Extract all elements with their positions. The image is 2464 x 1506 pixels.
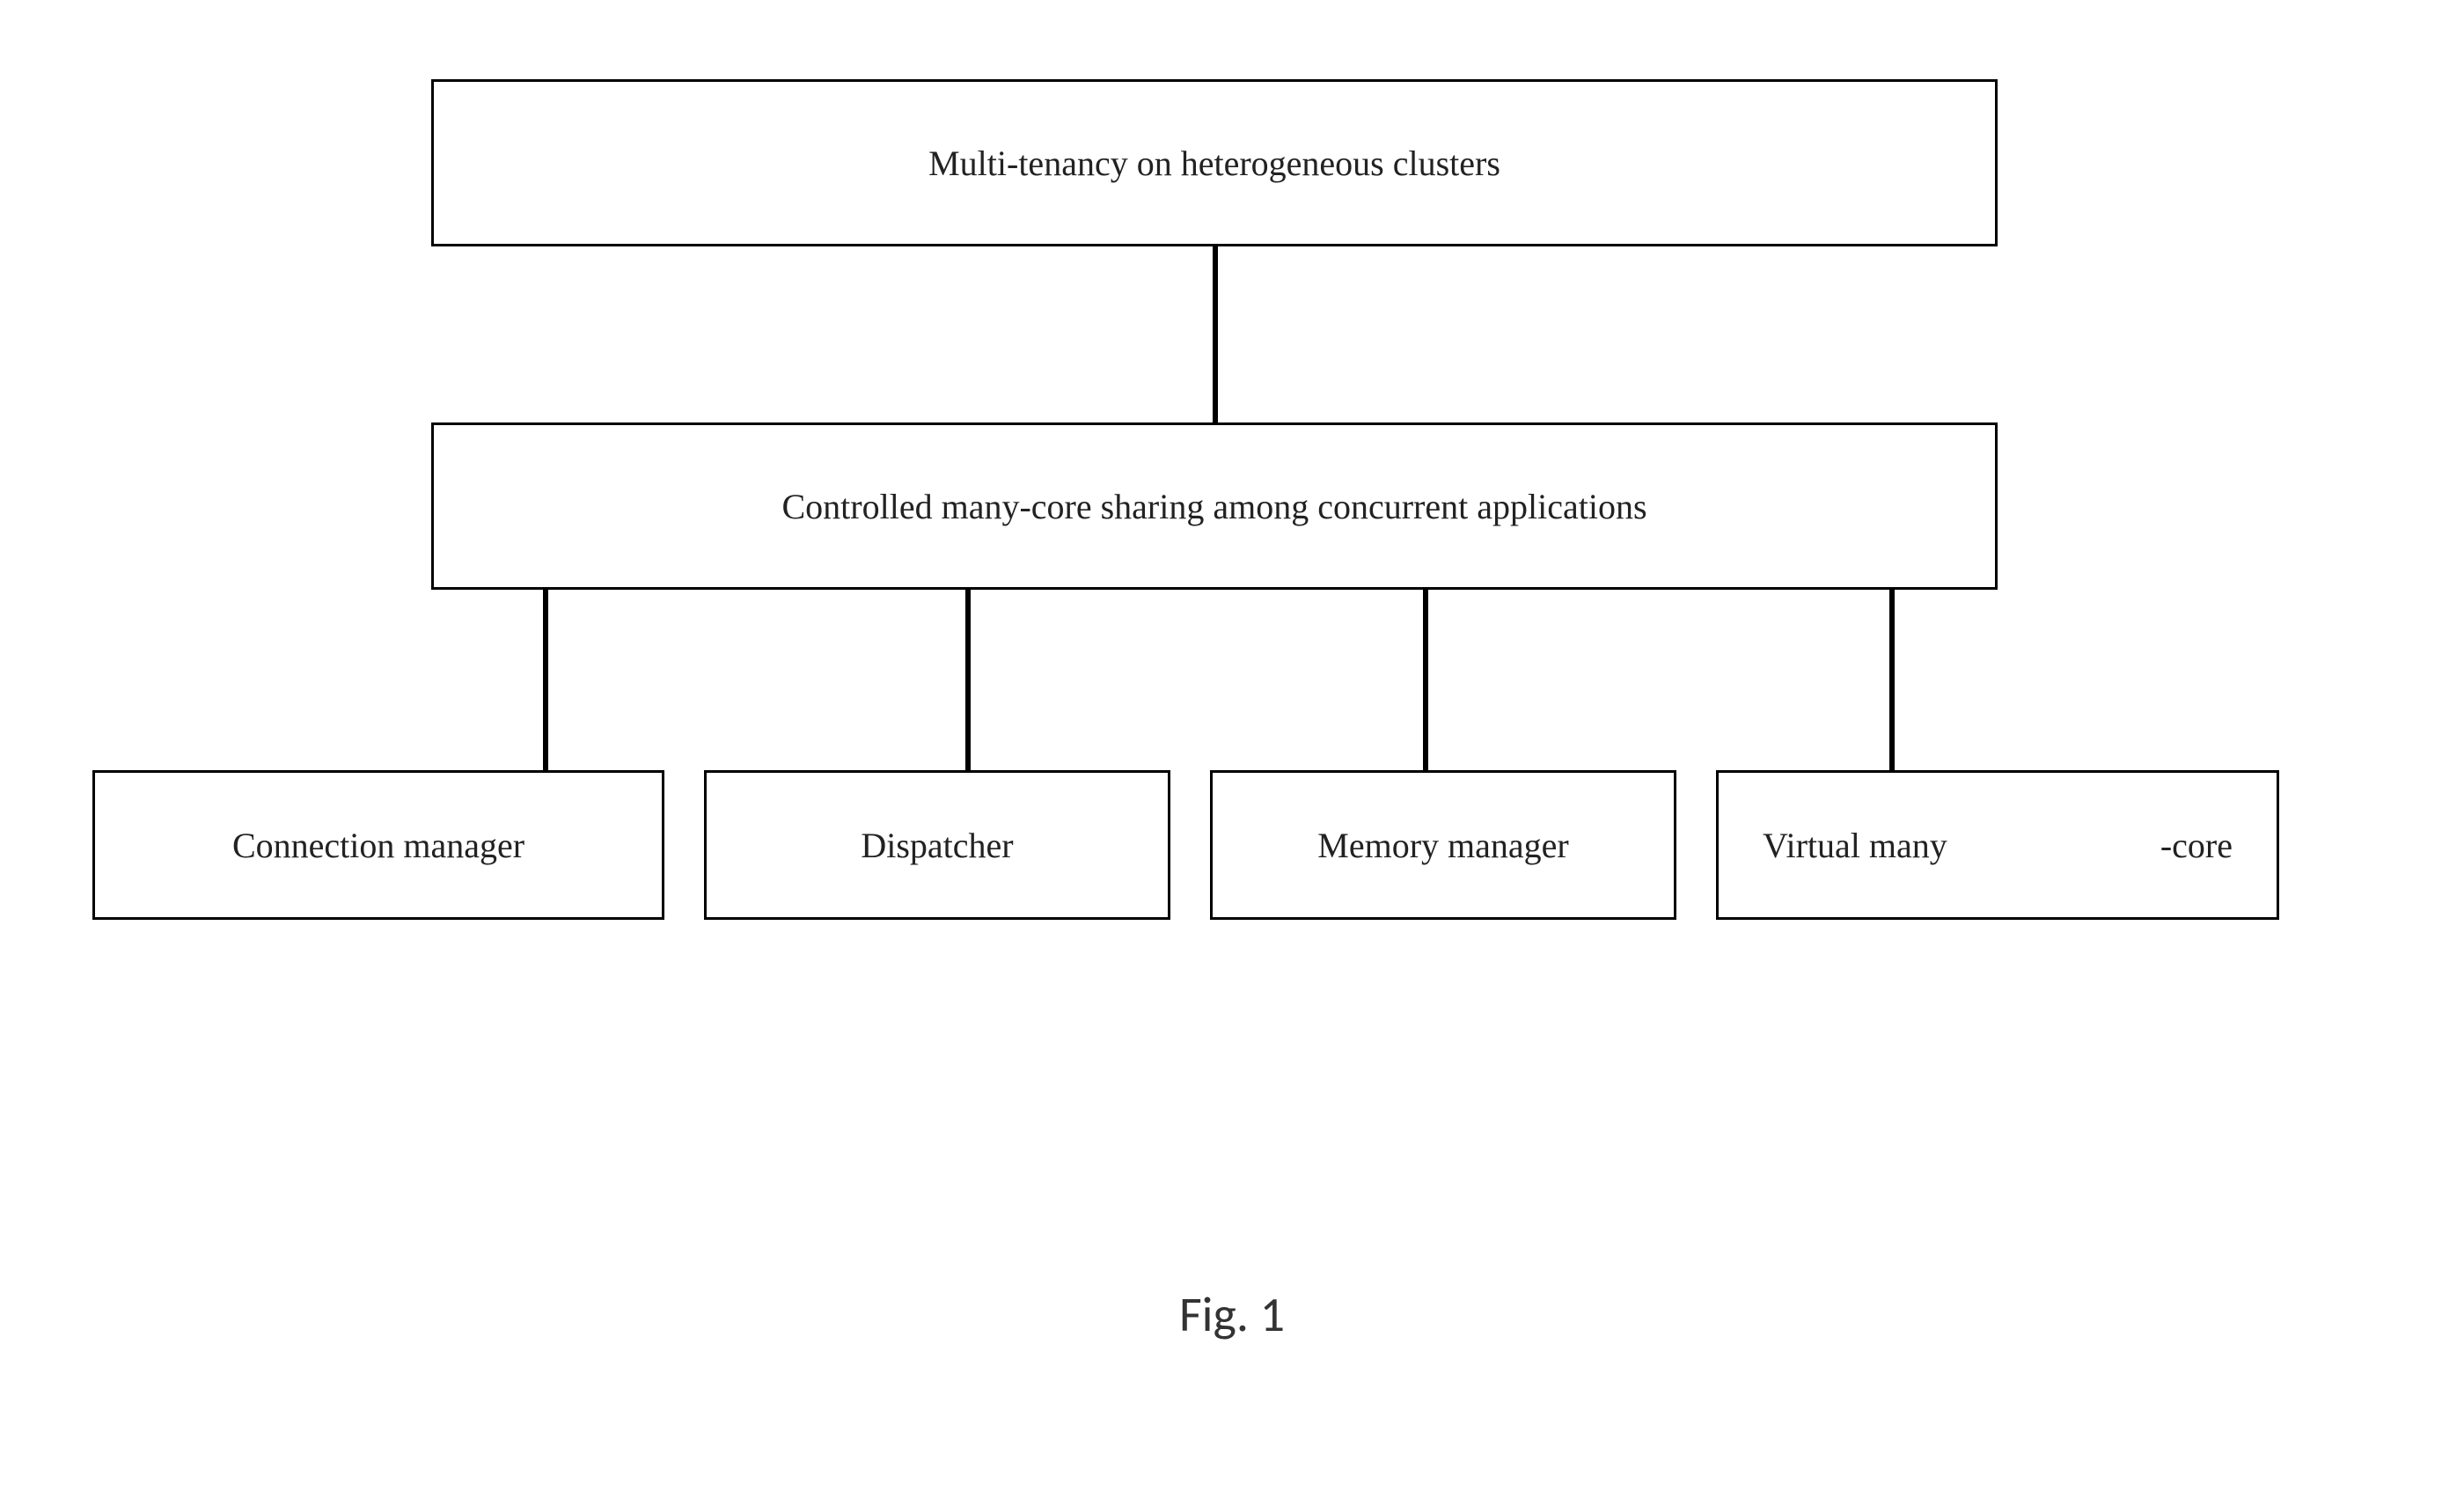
figure-caption-text: Fig. 1 — [1179, 1285, 1285, 1345]
bottom-box-virtual-many-core: Virtual many -core — [1716, 770, 2279, 920]
diagram-container: Multi-tenancy on heterogeneous clusters … — [0, 0, 2464, 1506]
connector-middle-bottom-4 — [1889, 590, 1895, 770]
bottom-box-dispatcher: Dispatcher — [704, 770, 1170, 920]
bottom-box-connection-manager: Connection manager — [92, 770, 664, 920]
bottom-box-2-label: Dispatcher — [861, 825, 1013, 866]
connector-middle-bottom-2 — [965, 590, 971, 770]
connector-middle-bottom-1 — [543, 590, 548, 770]
middle-box: Controlled many-core sharing among concu… — [431, 422, 1998, 590]
top-box: Multi-tenancy on heterogeneous clusters — [431, 79, 1998, 246]
top-box-label: Multi-tenancy on heterogeneous clusters — [928, 143, 1500, 184]
bottom-box-memory-manager: Memory manager — [1210, 770, 1676, 920]
bottom-box-4-label-part1: Virtual many — [1763, 825, 1947, 866]
middle-box-label: Controlled many-core sharing among concu… — [781, 486, 1646, 527]
connector-top-middle — [1213, 246, 1218, 422]
bottom-box-1-label: Connection manager — [232, 825, 524, 866]
bottom-box-4-label-part2: -core — [2160, 825, 2233, 866]
bottom-box-4-content: Virtual many -core — [1736, 825, 2259, 866]
bottom-box-3-label: Memory manager — [1317, 825, 1568, 866]
connector-middle-bottom-3 — [1423, 590, 1428, 770]
figure-caption: Fig. 1 — [0, 1285, 2464, 1345]
